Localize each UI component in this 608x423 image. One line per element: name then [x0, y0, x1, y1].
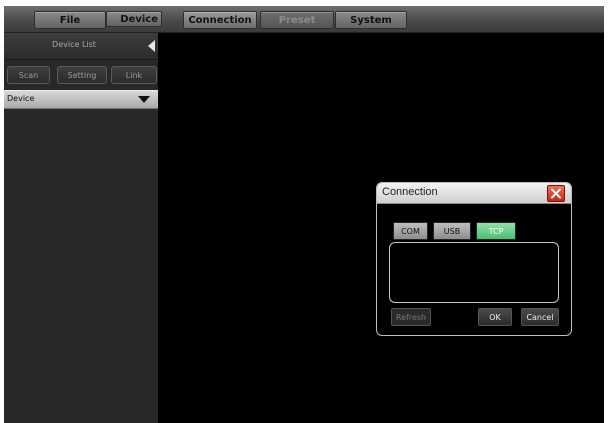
menu-device-button[interactable]: Device — [106, 11, 162, 27]
tab-usb[interactable]: USB — [433, 222, 471, 240]
refresh-button[interactable]: Refresh — [391, 308, 431, 326]
tab-com[interactable]: COM — [393, 222, 428, 240]
triangle-left-icon[interactable] — [148, 40, 155, 52]
close-icon[interactable] — [547, 185, 565, 202]
device-list-title: Device List — [52, 40, 96, 49]
connection-dialog: Connection COM USB TCP Refresh OK Cancel — [376, 182, 572, 336]
device-list-area — [4, 109, 158, 423]
device-list-header: Device List — [4, 33, 158, 60]
menu-system-button[interactable]: System — [335, 11, 407, 29]
ok-button[interactable]: OK — [478, 308, 512, 326]
app-window: File Device Connection Preset System Dev… — [4, 6, 604, 423]
link-button[interactable]: Link — [111, 66, 157, 84]
scan-button[interactable]: Scan — [7, 66, 50, 84]
dialog-titlebar[interactable]: Connection — [377, 183, 571, 204]
menu-connection-button[interactable]: Connection — [183, 11, 257, 29]
device-list-panel: Device List Scan Setting Link Device — [4, 33, 158, 423]
connection-list[interactable] — [389, 242, 559, 303]
cancel-button[interactable]: Cancel — [521, 308, 559, 326]
menu-bar: File Device Connection Preset System — [4, 6, 604, 33]
tab-tcp[interactable]: TCP — [476, 222, 516, 240]
device-dropdown-label: Device — [7, 94, 35, 103]
setting-button[interactable]: Setting — [57, 66, 107, 84]
menu-file-button[interactable]: File — [34, 11, 106, 29]
device-dropdown[interactable]: Device — [4, 90, 158, 109]
dialog-title: Connection — [382, 186, 438, 198]
device-list-toolbar: Scan Setting Link — [4, 64, 158, 86]
caret-down-icon — [138, 96, 150, 103]
menu-preset-button[interactable]: Preset — [260, 11, 334, 29]
